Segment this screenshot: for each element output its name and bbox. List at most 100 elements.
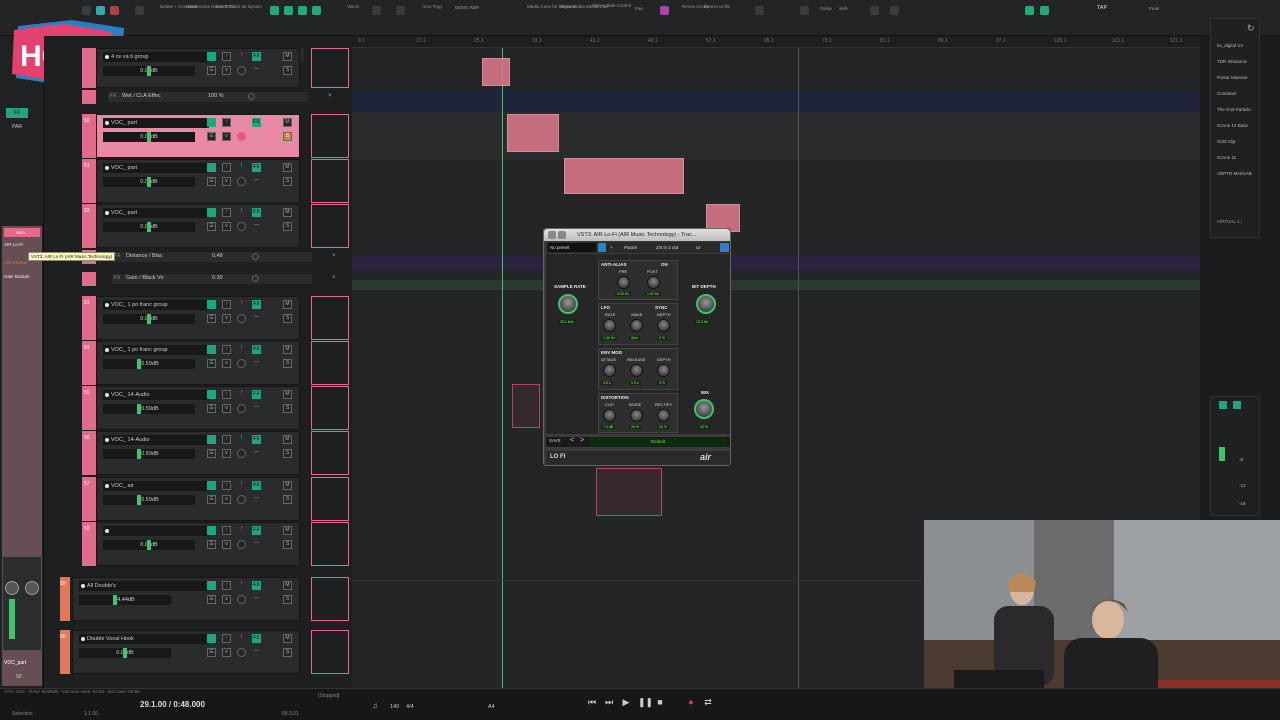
track-name[interactable]: VOC_ air <box>103 481 209 491</box>
toolbar-btn-delete[interactable]: Delete + Crossfade <box>160 4 199 14</box>
track-color-bar[interactable] <box>82 90 96 104</box>
mute-button[interactable]: M <box>283 52 292 61</box>
track-body[interactable]: VOC_ 1 po franc group -0.59dB ↑ ! FX M ☰… <box>96 341 300 385</box>
track-insert-box[interactable] <box>311 114 349 158</box>
record-arm-button[interactable] <box>237 314 246 323</box>
track-row[interactable]: 57 VOC_ air -0.59dB ↑ ! FX M ☰ ∨ — S <box>48 477 349 521</box>
input-icon[interactable]: — <box>252 540 261 549</box>
toolbar-btn-pan[interactable]: Pan <box>632 6 646 16</box>
track-insert-box[interactable] <box>311 577 349 621</box>
meter-button[interactable]: ☰ <box>207 359 216 368</box>
trim-button[interactable]: ↑ <box>222 163 231 172</box>
phase-button[interactable]: ! <box>237 52 246 61</box>
meter-button[interactable]: ☰ <box>207 495 216 504</box>
trim-button[interactable]: ↑ <box>222 481 231 490</box>
track-row[interactable]: 58 0.00dB ↑ ! FX M ☰ ∨ — S <box>48 522 349 566</box>
track-name[interactable]: VOC_ 14-Audio <box>103 390 209 400</box>
pause-icon[interactable]: ❚❚ <box>638 697 653 707</box>
track-insert-box[interactable] <box>311 48 349 88</box>
width-knob[interactable] <box>25 581 39 595</box>
time-position[interactable]: 29.1.00 / 0:48.000 <box>140 700 205 709</box>
fx-button[interactable]: FX <box>252 435 261 444</box>
ripple-icon[interactable] <box>312 6 321 15</box>
audio-clip[interactable] <box>507 114 559 152</box>
envelope-value[interactable]: 0.48 <box>212 253 223 259</box>
phase-button[interactable]: ! <box>237 300 246 309</box>
bypass-checkbox[interactable] <box>720 243 729 252</box>
audio-clip[interactable] <box>512 384 540 428</box>
record-arm-button[interactable] <box>237 177 246 186</box>
track-volume[interactable]: -0.59dB <box>103 449 195 459</box>
track-volume[interactable]: -0.59dB <box>103 404 195 414</box>
route-button[interactable] <box>207 300 216 309</box>
fx-button[interactable]: FX <box>252 300 261 309</box>
volume-fader[interactable] <box>123 648 127 658</box>
record-arm-button[interactable] <box>237 359 246 368</box>
arrow-icon[interactable] <box>800 6 809 15</box>
record-arm-button[interactable] <box>237 540 246 549</box>
track-insert-box[interactable] <box>311 431 349 475</box>
trim-button[interactable]: ↑ <box>222 52 231 61</box>
route-button[interactable] <box>207 481 216 490</box>
repeat-icon[interactable]: ⇄ <box>703 697 713 707</box>
phase-button[interactable]: ! <box>237 345 246 354</box>
volume-fader[interactable] <box>147 66 151 76</box>
env-button[interactable]: ∨ <box>222 314 231 323</box>
envelope-bypass-icon[interactable]: ◯ <box>252 275 259 282</box>
solo-button[interactable]: S <box>283 132 292 141</box>
toolbar-btn-demo[interactable]: DEMO RBP <box>452 5 482 15</box>
solo-button[interactable]: S <box>283 66 292 75</box>
track-volume[interactable]: -4.44dB <box>79 595 171 605</box>
meter-button[interactable]: ☰ <box>207 404 216 413</box>
track-row[interactable]: 56 VOC_ 14-Audio -0.59dB ↑ ! FX M ☰ ∨ — … <box>48 431 349 475</box>
volume-fader[interactable] <box>147 540 151 550</box>
fx-button[interactable]: FX <box>252 581 261 590</box>
mute-button[interactable]: M <box>283 526 292 535</box>
track-body[interactable]: Double Vocal Hook 0.00dB ↑ ! FX M ☰ ∨ — … <box>72 630 300 674</box>
settings-icon[interactable] <box>372 6 381 15</box>
track-body[interactable]: VOC_ part 0.00dB ↑ ! FX M ☰ ∨ — S <box>96 204 300 248</box>
fx-slot-reco[interactable]: reco <box>4 228 40 237</box>
fx-slot-gain[interactable]: Gain Module <box>4 274 30 279</box>
preset-name-display[interactable]: Default <box>590 438 726 446</box>
record-arm-button[interactable] <box>237 132 246 141</box>
ui-button[interactable]: UI <box>696 242 701 253</box>
toolbar-btn-vbax[interactable]: VBAX <box>345 4 361 14</box>
track-row[interactable]: 54 VOC_ 1 po franc group -0.59dB ↑ ! FX … <box>48 341 349 385</box>
loop-icon[interactable] <box>298 6 307 15</box>
volume-fader[interactable] <box>137 404 141 414</box>
mute-button[interactable]: M <box>283 118 292 127</box>
toolbar-btn-solo-isolate[interactable]: Solo Isolate Control <box>592 3 631 13</box>
volume-fader[interactable] <box>137 495 141 505</box>
route-button[interactable] <box>207 390 216 399</box>
track-body[interactable]: VOC_ part 0.00dB ↑ ! FX M ☰ ∨ — S <box>96 159 300 203</box>
envelope-name[interactable]: Wet / CLA Effec <box>122 93 161 99</box>
preset-select[interactable]: No preset <box>548 243 596 252</box>
track-insert-box[interactable] <box>311 159 349 203</box>
meter-button[interactable]: ☰ <box>207 595 216 604</box>
meter-button[interactable]: ☰ <box>207 177 216 186</box>
fx-button[interactable] <box>1233 401 1241 409</box>
record-arm-button[interactable] <box>237 404 246 413</box>
fx-envelope-row[interactable]: FX Gain / Black Vo 0.30 ◯ × <box>48 272 348 286</box>
meter-button[interactable]: ☰ <box>207 314 216 323</box>
play-icon[interactable]: ▶ <box>621 697 631 707</box>
track-volume[interactable]: -0.59dB <box>103 359 195 369</box>
grid-icon[interactable] <box>284 6 293 15</box>
route-icon[interactable] <box>1025 6 1034 15</box>
route-button[interactable] <box>207 208 216 217</box>
sample-rate-knob[interactable] <box>558 294 578 314</box>
fx-slot-lofi[interactable]: AIR Lo-Fi <box>4 242 23 247</box>
meter-button[interactable]: ☰ <box>207 540 216 549</box>
trim-button[interactable]: ↑ <box>222 581 231 590</box>
volume-fader[interactable] <box>137 449 141 459</box>
route-button[interactable] <box>207 526 216 535</box>
track-body[interactable]: 0.00dB ↑ ! FX M ☰ ∨ — S <box>96 522 300 566</box>
skip-end-icon[interactable]: ⏭ <box>604 697 614 707</box>
route-button[interactable] <box>207 435 216 444</box>
track-row[interactable]: 59 All Double's -4.44dB ↑ ! FX M ☰ ∨ — S <box>48 577 349 621</box>
phase-button[interactable]: ! <box>237 390 246 399</box>
input-icon[interactable]: — <box>252 595 261 604</box>
route-button[interactable] <box>1219 401 1227 409</box>
track-name[interactable]: VOC_ 1 po franc group <box>103 300 209 310</box>
